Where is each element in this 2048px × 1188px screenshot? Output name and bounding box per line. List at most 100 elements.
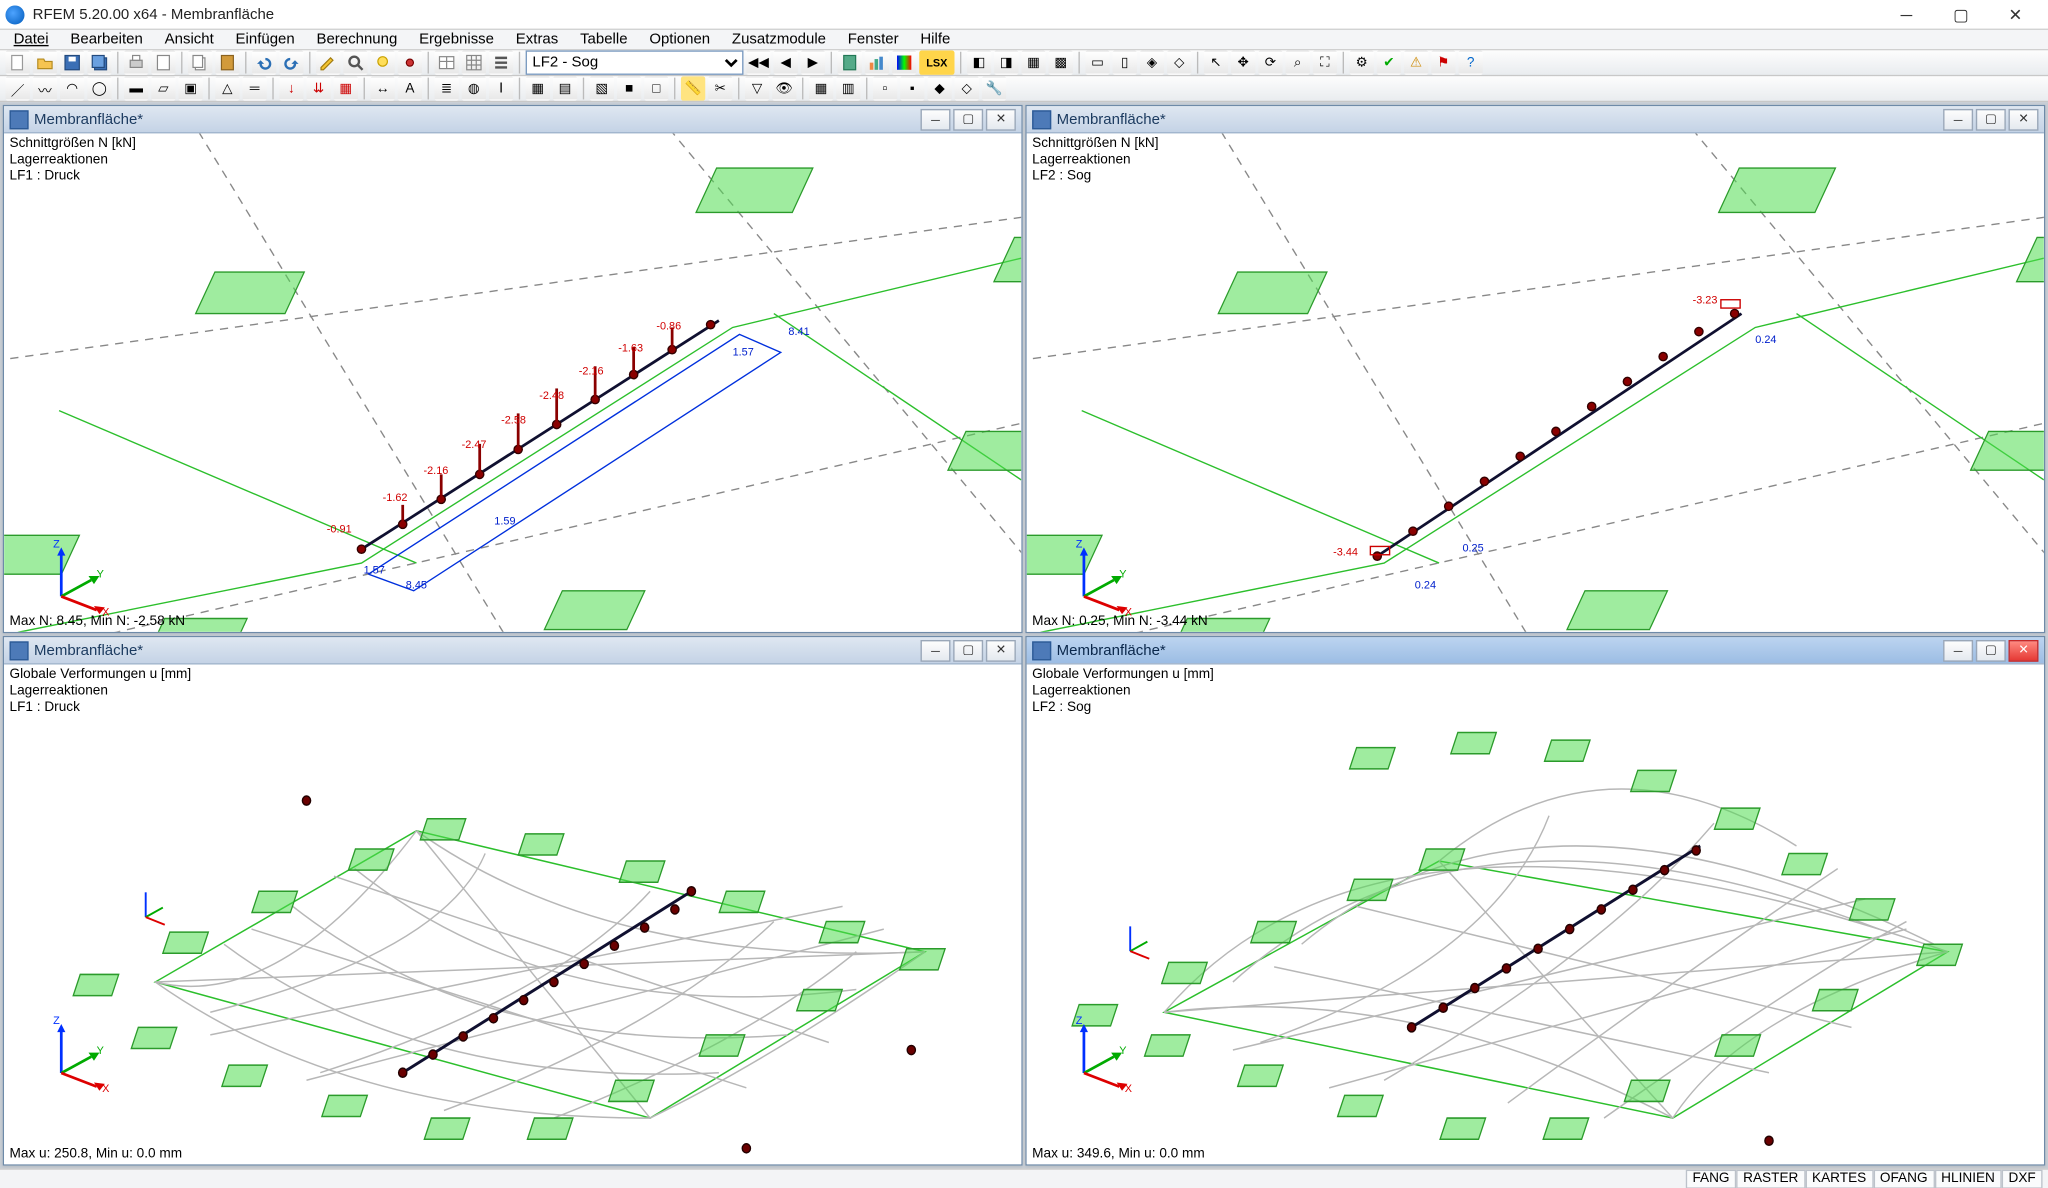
child-close-button[interactable]: ✕ [2009, 640, 2039, 662]
print-preview-icon[interactable] [151, 50, 176, 75]
support-point-icon[interactable]: △ [215, 76, 240, 101]
section-icon[interactable]: Ⅰ [489, 76, 514, 101]
layer-icon[interactable]: ≣ [434, 76, 459, 101]
pan-icon[interactable]: ✥ [1231, 50, 1256, 75]
status-kartes[interactable]: KARTES [1805, 1169, 1873, 1188]
view-side-icon[interactable]: ▯ [1113, 50, 1138, 75]
viewport-4[interactable]: Globale Verformungen u [mm] Lagerreaktio… [1027, 665, 2044, 1164]
more-4-icon[interactable]: ◇ [955, 76, 980, 101]
misc-icon-2[interactable]: ◨ [994, 50, 1019, 75]
table-icon[interactable] [434, 50, 459, 75]
child-close-button[interactable]: ✕ [2009, 108, 2039, 130]
load-area-icon[interactable]: ▦ [334, 76, 359, 101]
window-maximize-button[interactable]: ▢ [1934, 0, 1988, 29]
edit-icon[interactable] [316, 50, 341, 75]
view-iso-icon[interactable]: ◈ [1140, 50, 1165, 75]
child-minimize-button[interactable]: ─ [921, 108, 951, 130]
child-window-4-titlebar[interactable]: Membranfläche* ─ ▢ ✕ [1027, 638, 2044, 665]
open-file-icon[interactable] [33, 50, 58, 75]
menu-zusatzmodule[interactable]: Zusatzmodule [726, 30, 831, 49]
print-icon[interactable] [124, 50, 149, 75]
window-cascade-icon[interactable]: ▥ [836, 76, 861, 101]
solid-icon[interactable]: ▣ [178, 76, 203, 101]
child-minimize-button[interactable]: ─ [1943, 640, 1973, 662]
menu-fenster[interactable]: Fenster [842, 30, 904, 49]
zoom-window-icon[interactable]: ⌕ [1285, 50, 1310, 75]
status-raster[interactable]: RASTER [1736, 1169, 1805, 1188]
load-point-icon[interactable]: ↓ [279, 76, 304, 101]
status-fang[interactable]: FANG [1686, 1169, 1737, 1188]
redo-icon[interactable] [279, 50, 304, 75]
arc-icon[interactable]: ◠ [60, 76, 85, 101]
find-icon[interactable] [343, 50, 368, 75]
node-icon[interactable] [398, 50, 423, 75]
more-3-icon[interactable]: ◆ [927, 76, 952, 101]
lsx-icon[interactable]: LSX [919, 50, 954, 75]
filter-icon[interactable]: ▽ [745, 76, 770, 101]
render-wire-icon[interactable]: ▧ [590, 76, 615, 101]
wrench-icon[interactable]: 🔧 [982, 76, 1007, 101]
mesh-icon[interactable]: ▦ [526, 76, 551, 101]
select-pointer-icon[interactable]: ↖ [1204, 50, 1229, 75]
status-dxf[interactable]: DXF [2002, 1169, 2043, 1188]
more-2-icon[interactable]: ▪ [900, 76, 925, 101]
menu-ergebnisse[interactable]: Ergebnisse [414, 30, 500, 49]
help-icon[interactable]: ? [1458, 50, 1483, 75]
flag-icon[interactable]: ⚑ [1431, 50, 1456, 75]
material-icon[interactable]: ◍ [462, 76, 487, 101]
child-window-1-titlebar[interactable]: Membranfläche* ─ ▢ ✕ [4, 106, 1021, 133]
more-1-icon[interactable]: ▫ [873, 76, 898, 101]
child-maximize-button[interactable]: ▢ [953, 108, 983, 130]
line-icon[interactable]: ／ [5, 76, 30, 101]
warn-icon[interactable]: ⚠ [1404, 50, 1429, 75]
viewport-2[interactable]: Schnittgrößen N [kN] Lagerreaktionen LF2… [1027, 133, 2044, 632]
menu-berechnung[interactable]: Berechnung [311, 30, 403, 49]
bulb-icon[interactable] [370, 50, 395, 75]
support-line-icon[interactable]: ═ [242, 76, 267, 101]
child-maximize-button[interactable]: ▢ [1976, 640, 2006, 662]
dim-icon[interactable]: ↔ [370, 76, 395, 101]
loadcase-select[interactable]: LF2 - Sog [526, 50, 744, 75]
surface-icon[interactable]: ▱ [151, 76, 176, 101]
polyline-icon[interactable]: 〰 [33, 76, 58, 101]
check-icon[interactable]: ✔ [1377, 50, 1402, 75]
color-scale-icon[interactable] [892, 50, 917, 75]
zoom-extent-icon[interactable]: ⛶ [1313, 50, 1338, 75]
child-close-button[interactable]: ✕ [986, 640, 1016, 662]
child-minimize-button[interactable]: ─ [921, 640, 951, 662]
child-close-button[interactable]: ✕ [986, 108, 1016, 130]
rotate-icon[interactable]: ⟳ [1258, 50, 1283, 75]
render-trans-icon[interactable]: □ [644, 76, 669, 101]
ruler-icon[interactable]: 📏 [681, 76, 706, 101]
misc-icon-4[interactable]: ▩ [1049, 50, 1074, 75]
nav-first-icon[interactable]: ◀◀ [746, 50, 771, 75]
undo-icon[interactable] [252, 50, 277, 75]
clip-icon[interactable]: ✂ [708, 76, 733, 101]
fe-settings-icon[interactable]: ▤ [553, 76, 578, 101]
misc-icon-1[interactable]: ◧ [967, 50, 992, 75]
nav-prev-icon[interactable]: ◀ [773, 50, 798, 75]
misc-icon-3[interactable]: ▦ [1021, 50, 1046, 75]
view-front-icon[interactable]: ▭ [1085, 50, 1110, 75]
menu-ansicht[interactable]: Ansicht [159, 30, 219, 49]
viewport-3[interactable]: Globale Verformungen u [mm] Lagerreaktio… [4, 665, 1021, 1164]
member-icon[interactable]: ▬ [124, 76, 149, 101]
copy-icon[interactable] [188, 50, 213, 75]
calc-icon[interactable] [837, 50, 862, 75]
circle-icon[interactable]: ◯ [87, 76, 112, 101]
status-ofang[interactable]: OFANG [1873, 1169, 1934, 1188]
child-maximize-button[interactable]: ▢ [953, 640, 983, 662]
text-icon[interactable]: A [398, 76, 423, 101]
gear-icon[interactable]: ⚙ [1349, 50, 1374, 75]
view-persp-icon[interactable]: ◇ [1167, 50, 1192, 75]
grid-icon[interactable] [462, 50, 487, 75]
status-hlinien[interactable]: HLINIEN [1934, 1169, 2001, 1188]
nav-next-icon[interactable]: ▶ [801, 50, 826, 75]
menu-bearbeiten[interactable]: Bearbeiten [65, 30, 148, 49]
save-all-icon[interactable] [87, 50, 112, 75]
child-window-3-titlebar[interactable]: Membranfläche* ─ ▢ ✕ [4, 638, 1021, 665]
menu-einfuegen[interactable]: Einfügen [230, 30, 300, 49]
window-tile-icon[interactable]: ▦ [809, 76, 834, 101]
child-window-2-titlebar[interactable]: Membranfläche* ─ ▢ ✕ [1027, 106, 2044, 133]
paste-icon[interactable] [215, 50, 240, 75]
